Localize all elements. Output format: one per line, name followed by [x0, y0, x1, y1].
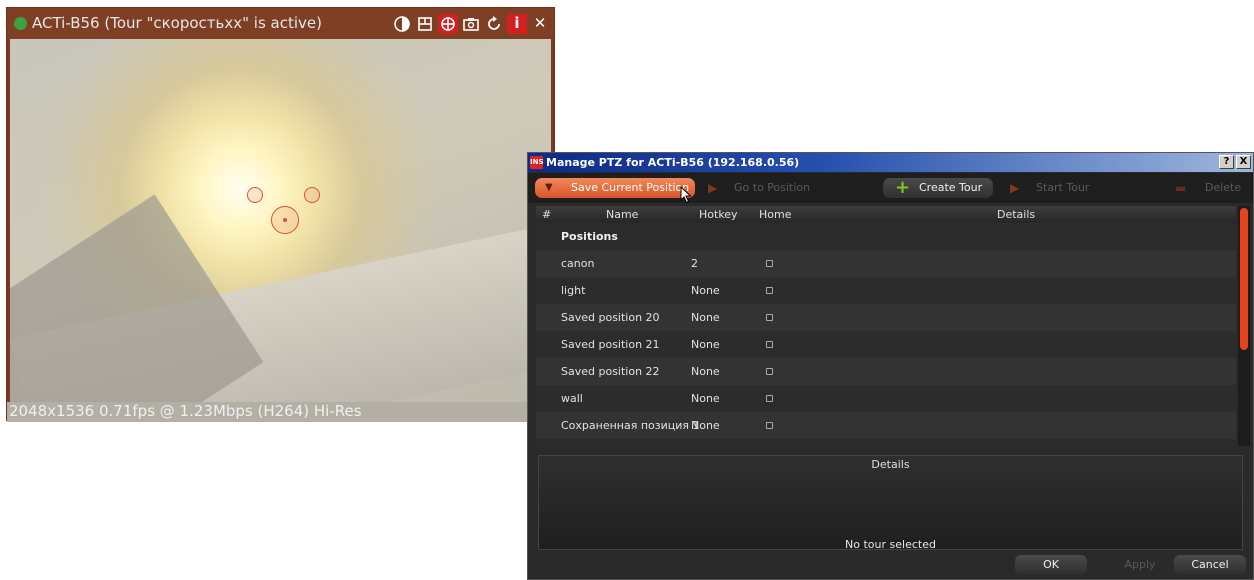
position-hotkey[interactable]: None	[691, 277, 720, 304]
camera-video-view[interactable]: 9	[10, 39, 551, 402]
table-scrollbar[interactable]	[1238, 206, 1250, 446]
table-row[interactable]: canon 2	[536, 250, 1236, 277]
position-hotkey[interactable]: None	[691, 412, 720, 439]
contrast-icon[interactable]	[392, 14, 412, 34]
snapshot-icon[interactable]	[461, 14, 481, 34]
play-icon: ▶	[1010, 181, 1020, 195]
details-empty-message: No tour selected	[845, 538, 936, 551]
ptz-position-marker[interactable]	[304, 187, 320, 203]
table-row[interactable]: Saved position 21 None	[536, 331, 1236, 358]
app-icon: INS	[530, 156, 544, 169]
details-title: Details	[871, 458, 910, 471]
help-button[interactable]: ?	[1219, 155, 1234, 169]
home-checkbox[interactable]	[766, 341, 773, 348]
dialog-titlebar: INS Manage PTZ for ACTi-B56 (192.168.0.5…	[528, 153, 1253, 172]
table-row[interactable]: Сохраненная позиция 1 None	[536, 412, 1236, 439]
home-checkbox[interactable]	[766, 368, 773, 375]
tour-details-panel: Details No tour selected	[538, 455, 1243, 551]
header-name[interactable]: Name	[606, 206, 638, 223]
position-hotkey[interactable]: None	[691, 358, 720, 385]
go-to-position-button[interactable]: ▶ Go to Position	[708, 178, 828, 198]
table-row[interactable]: Saved position 20 None	[536, 304, 1236, 331]
position-name: Saved position 21	[561, 338, 660, 351]
window-buttons: ? X	[1219, 155, 1251, 169]
ptz-position-marker[interactable]	[247, 187, 263, 203]
ptz-toolbar: ▼ Save Current Position ▶ Go to Position…	[528, 173, 1253, 203]
dialog-title: Manage PTZ for ACTi-B56 (192.168.0.56)	[546, 156, 800, 169]
save-icon: ▼	[545, 182, 553, 193]
table-row[interactable]: Saved position 22 None	[536, 358, 1236, 385]
position-hotkey[interactable]: 2	[691, 250, 698, 277]
close-button[interactable]: X	[1236, 155, 1251, 169]
ptz-target-icon[interactable]	[438, 13, 458, 34]
position-name: light	[561, 284, 586, 297]
header-home[interactable]: Home	[759, 206, 791, 223]
save-current-position-button[interactable]: ▼ Save Current Position	[535, 178, 695, 198]
position-name: Saved position 22	[561, 365, 660, 378]
scrollbar-thumb[interactable]	[1240, 208, 1248, 350]
camera-window[interactable]: ACTi-B56 (Tour "скоростьхх" is active) i…	[6, 7, 555, 422]
position-name: canon	[561, 257, 595, 270]
play-icon: ▶	[708, 181, 718, 195]
camera-titlebar: ACTi-B56 (Tour "скоростьхх" is active) i…	[7, 8, 554, 39]
apply-button[interactable]: Apply	[1104, 555, 1176, 575]
home-checkbox[interactable]	[766, 395, 773, 402]
position-hotkey[interactable]: None	[691, 385, 720, 412]
position-hotkey[interactable]: None	[691, 304, 720, 331]
home-checkbox[interactable]	[766, 314, 773, 321]
position-name: Сохраненная позиция 1	[561, 419, 700, 432]
table-row[interactable]: wall None	[536, 385, 1236, 412]
create-tour-button[interactable]: + Create Tour	[883, 178, 993, 198]
minus-icon: ▬	[1175, 181, 1187, 195]
table-row[interactable]: light None	[536, 277, 1236, 304]
header-details[interactable]: Details	[997, 206, 1035, 223]
table-header: # Name Hotkey Home Details	[536, 206, 1236, 223]
camera-status-bar: 2048x1536 0.71fps @ 1.23Mbps (H264) Hi-R…	[7, 402, 554, 422]
info-icon[interactable]: i	[507, 13, 527, 34]
close-icon[interactable]: ✕	[530, 14, 550, 34]
delete-button[interactable]: ▬ Delete	[1175, 178, 1245, 198]
header-number[interactable]: #	[542, 206, 551, 223]
ptz-position-marker-active[interactable]	[271, 206, 299, 234]
cancel-button[interactable]: Cancel	[1174, 555, 1246, 575]
manage-ptz-dialog[interactable]: INS Manage PTZ for ACTi-B56 (192.168.0.5…	[527, 152, 1254, 580]
camera-stream-info: 2048x1536 0.71fps @ 1.23Mbps (H264) Hi-R…	[9, 402, 362, 420]
position-name: Saved position 20	[561, 311, 660, 324]
group-label: Positions	[561, 230, 618, 243]
position-name: wall	[561, 392, 583, 405]
group-row[interactable]: Positions	[536, 223, 1236, 250]
position-hotkey[interactable]: None	[691, 331, 720, 358]
camera-status-dot	[14, 17, 27, 30]
ok-button[interactable]: OK	[1015, 555, 1087, 575]
start-tour-button[interactable]: ▶ Start Tour	[1010, 178, 1120, 198]
home-checkbox[interactable]	[766, 260, 773, 267]
positions-table: # Name Hotkey Home Details Positions can…	[536, 206, 1236, 446]
camera-toolbar: i ✕	[392, 12, 550, 35]
layout-icon[interactable]	[415, 14, 435, 34]
camera-title: ACTi-B56 (Tour "скоростьхх" is active)	[32, 14, 322, 32]
header-hotkey[interactable]: Hotkey	[699, 206, 738, 223]
refresh-icon[interactable]	[484, 14, 504, 34]
home-checkbox[interactable]	[766, 287, 773, 294]
home-checkbox[interactable]	[766, 422, 773, 429]
plus-icon: +	[895, 177, 911, 198]
